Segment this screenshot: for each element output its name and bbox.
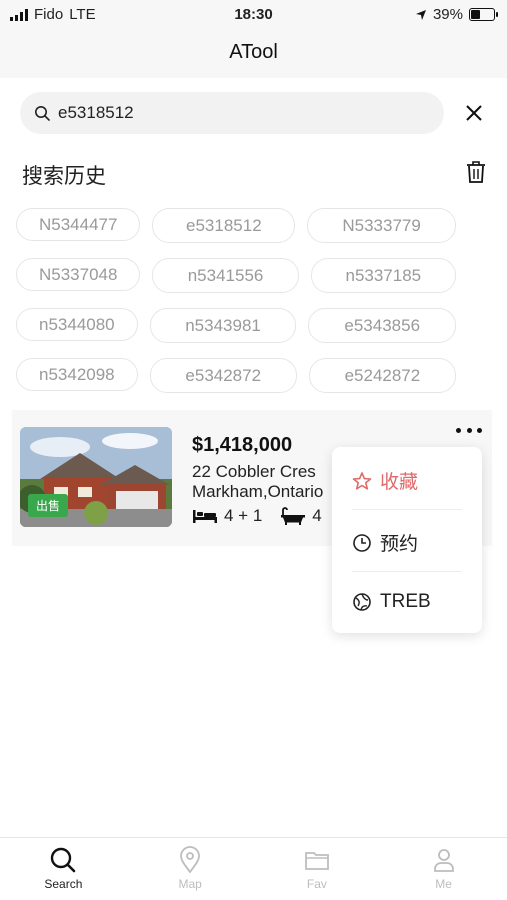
map-pin-icon (180, 846, 201, 874)
chip-row: N5344477 e5318512 N5333779 (16, 208, 456, 243)
menu-divider (352, 571, 462, 572)
search-icon (35, 106, 50, 121)
listing-features: 4 + 1 4 (192, 506, 322, 526)
tab-bar: Search Map Fav Me (0, 837, 507, 900)
history-chips: N5344477 e5318512 N5333779 N5337048 n534… (16, 208, 456, 408)
listing-price: $1,418,000 (192, 434, 293, 456)
tab-map[interactable]: Map (127, 838, 254, 900)
history-chip[interactable]: N5337048 (16, 258, 141, 291)
star-icon (352, 471, 372, 490)
listing-address-line1: 22 Cobbler Cres (192, 462, 316, 481)
history-chip[interactable]: n5342098 (16, 358, 138, 391)
bed-icon (193, 510, 217, 523)
bath-count: 4 (312, 506, 322, 525)
history-chip[interactable]: N5344477 (16, 208, 141, 241)
tab-search[interactable]: Search (0, 838, 127, 900)
history-chip[interactable]: n5341556 (152, 258, 299, 293)
search-input[interactable]: e5318512 (20, 92, 444, 134)
listing-photo[interactable]: 出售 (20, 427, 172, 527)
menu-item-appointment[interactable]: 预约 (352, 529, 418, 556)
tab-label: Me (435, 877, 452, 891)
search-value: e5318512 (58, 103, 134, 122)
location-arrow-icon (415, 9, 426, 20)
tab-label: Map (178, 877, 202, 891)
folder-icon (304, 852, 329, 870)
history-chip[interactable]: e5242872 (308, 358, 456, 393)
history-chip[interactable]: e5342872 (149, 358, 297, 393)
menu-item-label: TREB (380, 591, 431, 612)
search-icon (51, 847, 76, 873)
nav-bar: ATool (0, 30, 507, 78)
history-chip[interactable]: N5333779 (307, 208, 456, 243)
menu-divider (352, 509, 462, 510)
menu-item-favorite[interactable]: 收藏 (352, 467, 418, 494)
tab-label: Search (44, 877, 83, 891)
history-chip[interactable]: n5343981 (149, 308, 297, 343)
status-bar: Fido LTE 18:30 39% (0, 0, 507, 30)
more-options-icon[interactable] (456, 424, 482, 436)
page-title: ATool (229, 41, 278, 63)
trash-icon[interactable] (465, 160, 487, 184)
bed-count: 4 + 1 (224, 506, 263, 525)
chip-row: n5344080 n5343981 e5343856 (16, 308, 456, 343)
globe-icon (353, 593, 371, 611)
history-chip[interactable]: e5318512 (152, 208, 296, 243)
battery-percent: 39% (432, 6, 463, 23)
menu-item-label: 收藏 (380, 472, 419, 493)
history-chip[interactable]: e5343856 (308, 308, 456, 343)
chip-row: N5337048 n5341556 n5337185 (16, 258, 456, 293)
history-chip[interactable]: n5337185 (310, 258, 456, 293)
history-title: 搜索历史 (22, 165, 106, 188)
chip-row: n5342098 e5342872 e5242872 (16, 358, 456, 393)
listing-address-line2: Markham,Ontario (192, 482, 324, 501)
tab-me[interactable]: Me (380, 838, 507, 900)
history-chip[interactable]: n5344080 (16, 308, 138, 341)
person-icon (433, 849, 454, 872)
sale-badge: 出售 (28, 494, 69, 517)
tab-fav[interactable]: Fav (254, 838, 381, 900)
close-icon[interactable] (461, 100, 487, 126)
status-right: 39% (415, 6, 498, 23)
bath-icon (281, 507, 306, 525)
tab-label: Fav (306, 877, 327, 891)
listing-actions-menu: 收藏 预约 TREB (332, 447, 482, 633)
menu-item-treb[interactable]: TREB (352, 591, 431, 613)
menu-item-label: 预约 (380, 534, 419, 555)
battery-icon (469, 8, 498, 21)
clock-icon (353, 533, 371, 552)
